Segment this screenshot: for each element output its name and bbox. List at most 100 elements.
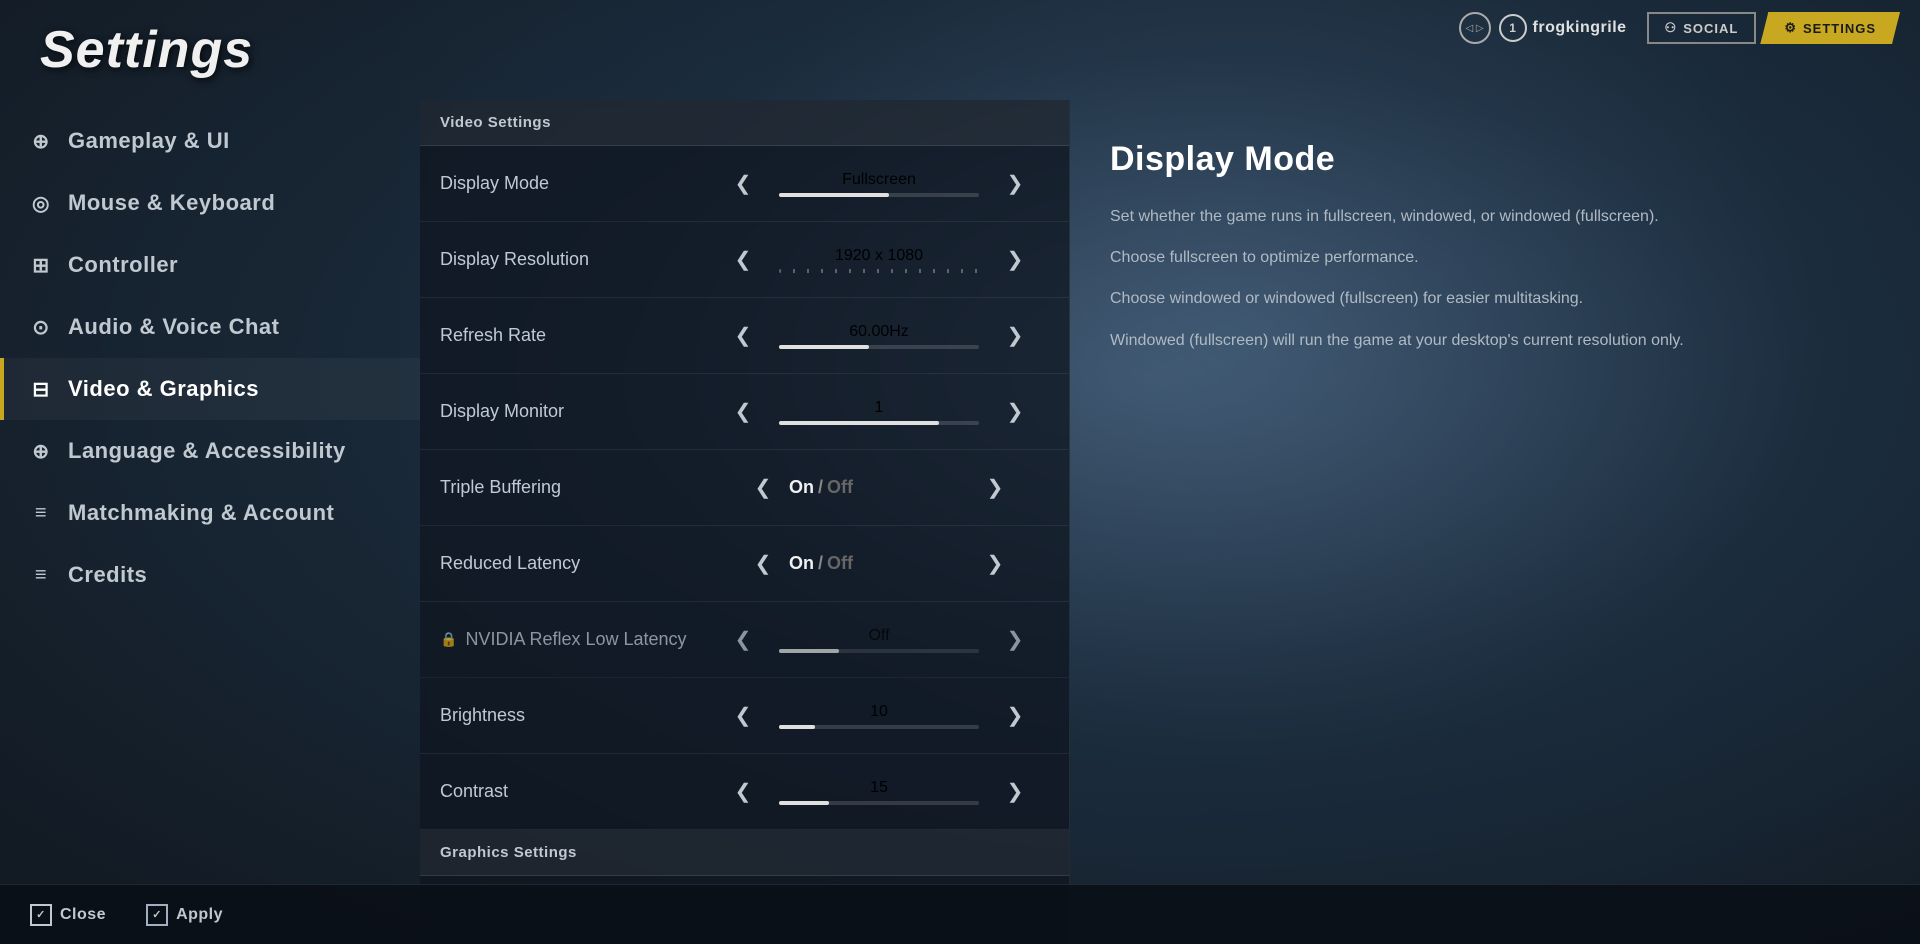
social-button[interactable]: ⚇ SOCIAL (1647, 12, 1757, 44)
setting-label-display-monitor: Display Monitor (440, 401, 709, 422)
section-header: Video Settings (420, 100, 1069, 146)
sidebar-item-audio-voice-chat[interactable]: ⊙ Audio & Voice Chat (0, 296, 420, 358)
arrow-left-triple-buffering[interactable]: ❮ (747, 472, 779, 504)
sidebar-icon-controller: ⊞ (28, 253, 54, 278)
setting-control-nvidia-reflex: ❮ Off ❯ (709, 624, 1049, 656)
setting-control-display-resolution: ❮ 1920 x 1080 ❯ (709, 244, 1049, 276)
arrow-right-triple-buffering[interactable]: ❯ (979, 472, 1011, 504)
sidebar-item-language-accessibility[interactable]: ⊕ Language & Accessibility (0, 420, 420, 482)
setting-label-display-resolution: Display Resolution (440, 249, 709, 270)
setting-row-triple-buffering: Triple Buffering ❮ On / Off ❯ (420, 450, 1069, 526)
setting-row-refresh-rate: Refresh Rate ❮ 60.00Hz ❯ (420, 298, 1069, 374)
setting-control-triple-buffering: ❮ On / Off ❯ (709, 472, 1049, 504)
arrow-right-nvidia-reflex[interactable]: ❯ (999, 624, 1031, 656)
arrow-left-display-mode[interactable]: ❮ (727, 168, 759, 200)
slider-refresh-rate[interactable] (779, 345, 979, 349)
toggle-on-triple-buffering: On (789, 477, 814, 498)
setting-value-refresh-rate: 60.00Hz (769, 323, 989, 349)
settings-button[interactable]: ⚙ SETTINGS (1760, 12, 1900, 44)
arrow-right-display-mode[interactable]: ❯ (999, 168, 1031, 200)
toggle-off-triple-buffering: Off (827, 477, 853, 498)
sidebar-label-video-graphics: Video & Graphics (68, 376, 259, 402)
sidebar-icon-matchmaking-account: ≡ (28, 502, 54, 525)
sidebar: ⊕ Gameplay & UI ◎ Mouse & Keyboard ⊞ Con… (0, 100, 420, 944)
setting-row-nvidia-reflex: 🔒 NVIDIA Reflex Low Latency ❮ Off ❯ (420, 602, 1069, 678)
close-icon: ✓ (30, 904, 52, 926)
setting-control-reduced-latency: ❮ On / Off ❯ (709, 548, 1049, 580)
detail-paragraph-3: Windowed (fullscreen) will run the game … (1110, 327, 1880, 354)
sidebar-label-language-accessibility: Language & Accessibility (68, 438, 346, 464)
sidebar-label-credits: Credits (68, 562, 147, 588)
toggle-off-reduced-latency: Off (827, 553, 853, 574)
arrow-left-contrast[interactable]: ❮ (727, 776, 759, 808)
detail-title: Display Mode (1110, 140, 1880, 179)
top-nav: ⚇ SOCIAL ⚙ SETTINGS (1647, 12, 1900, 44)
detail-paragraph-1: Choose fullscreen to optimize performanc… (1110, 244, 1880, 271)
sidebar-item-credits[interactable]: ≡ Credits (0, 544, 420, 606)
setting-control-brightness: ❮ 10 ❯ (709, 700, 1049, 732)
setting-value-display-monitor: 1 (769, 399, 989, 425)
slider-dots-display-resolution (779, 269, 979, 273)
setting-label-refresh-rate: Refresh Rate (440, 325, 709, 346)
detail-paragraph-0: Set whether the game runs in fullscreen,… (1110, 203, 1880, 230)
sidebar-icon-video-graphics: ⊟ (28, 377, 54, 402)
sidebar-item-mouse-keyboard[interactable]: ◎ Mouse & Keyboard (0, 172, 420, 234)
setting-value-display-mode: Fullscreen (769, 171, 989, 197)
setting-control-display-monitor: ❮ 1 ❯ (709, 396, 1049, 428)
arrow-left-display-monitor[interactable]: ❮ (727, 396, 759, 428)
setting-label-display-mode: Display Mode (440, 173, 709, 194)
sidebar-item-controller[interactable]: ⊞ Controller (0, 234, 420, 296)
graphics-section-header: Graphics Settings (420, 830, 1069, 876)
setting-row-display-resolution: Display Resolution ❮ 1920 x 1080 ❯ (420, 222, 1069, 298)
media-controls-icon[interactable]: ◁ ▷ (1459, 12, 1491, 44)
arrow-left-refresh-rate[interactable]: ❮ (727, 320, 759, 352)
sidebar-icon-mouse-keyboard: ◎ (28, 191, 54, 216)
detail-paragraph-2: Choose windowed or windowed (fullscreen)… (1110, 285, 1880, 312)
arrow-right-brightness[interactable]: ❯ (999, 700, 1031, 732)
setting-value-brightness: 10 (769, 703, 989, 729)
user-info: 1 frogkingrile (1499, 14, 1627, 42)
setting-label-nvidia-reflex: 🔒 NVIDIA Reflex Low Latency (440, 629, 709, 650)
setting-row-brightness: Brightness ❮ 10 ❯ (420, 678, 1069, 754)
sidebar-label-matchmaking-account: Matchmaking & Account (68, 500, 334, 526)
arrow-right-refresh-rate[interactable]: ❯ (999, 320, 1031, 352)
arrow-right-display-monitor[interactable]: ❯ (999, 396, 1031, 428)
setting-control-contrast: ❮ 15 ❯ (709, 776, 1049, 808)
main-container: ⊕ Gameplay & UI ◎ Mouse & Keyboard ⊞ Con… (0, 100, 1920, 944)
setting-control-display-mode: ❮ Fullscreen ❯ (709, 168, 1049, 200)
sidebar-item-video-graphics[interactable]: ⊟ Video & Graphics (0, 358, 420, 420)
arrow-left-reduced-latency[interactable]: ❮ (747, 548, 779, 580)
sidebar-icon-gameplay-ui: ⊕ (28, 129, 54, 154)
close-button[interactable]: ✓ Close (30, 904, 106, 926)
setting-value-triple-buffering: On / Off (789, 477, 969, 498)
setting-label-contrast: Contrast (440, 781, 709, 802)
apply-button[interactable]: ✓ Apply (146, 904, 223, 926)
setting-row-reduced-latency: Reduced Latency ❮ On / Off ❯ (420, 526, 1069, 602)
top-bar: ◁ ▷ 1 frogkingrile ⚇ SOCIAL ⚙ SETTINGS (1439, 0, 1920, 56)
arrow-right-display-resolution[interactable]: ❯ (999, 244, 1031, 276)
arrow-left-display-resolution[interactable]: ❮ (727, 244, 759, 276)
arrow-left-nvidia-reflex[interactable]: ❮ (727, 624, 759, 656)
toggle-on-reduced-latency: On (789, 553, 814, 574)
sidebar-item-matchmaking-account[interactable]: ≡ Matchmaking & Account (0, 482, 420, 544)
setting-label-triple-buffering: Triple Buffering (440, 477, 709, 498)
social-icon: ⚇ (1665, 20, 1678, 36)
slider-display-monitor[interactable] (779, 421, 979, 425)
content-panel: Video Settings Display Mode ❮ Fullscreen… (420, 100, 1070, 944)
arrow-right-reduced-latency[interactable]: ❯ (979, 548, 1011, 580)
sidebar-label-audio-voice-chat: Audio & Voice Chat (68, 314, 280, 340)
slider-nvidia-reflex[interactable] (779, 649, 979, 653)
gear-icon: ⚙ (1784, 20, 1797, 36)
lock-icon: 🔒 (440, 631, 457, 648)
setting-value-nvidia-reflex: Off (769, 627, 989, 653)
setting-value-display-resolution: 1920 x 1080 (769, 247, 989, 273)
slider-display-mode[interactable] (779, 193, 979, 197)
slider-contrast[interactable] (779, 801, 979, 805)
sidebar-item-gameplay-ui[interactable]: ⊕ Gameplay & UI (0, 110, 420, 172)
setting-label-reduced-latency: Reduced Latency (440, 553, 709, 574)
bottom-bar: ✓ Close ✓ Apply (0, 884, 1920, 944)
arrow-right-contrast[interactable]: ❯ (999, 776, 1031, 808)
setting-label-brightness: Brightness (440, 705, 709, 726)
slider-brightness[interactable] (779, 725, 979, 729)
arrow-left-brightness[interactable]: ❮ (727, 700, 759, 732)
